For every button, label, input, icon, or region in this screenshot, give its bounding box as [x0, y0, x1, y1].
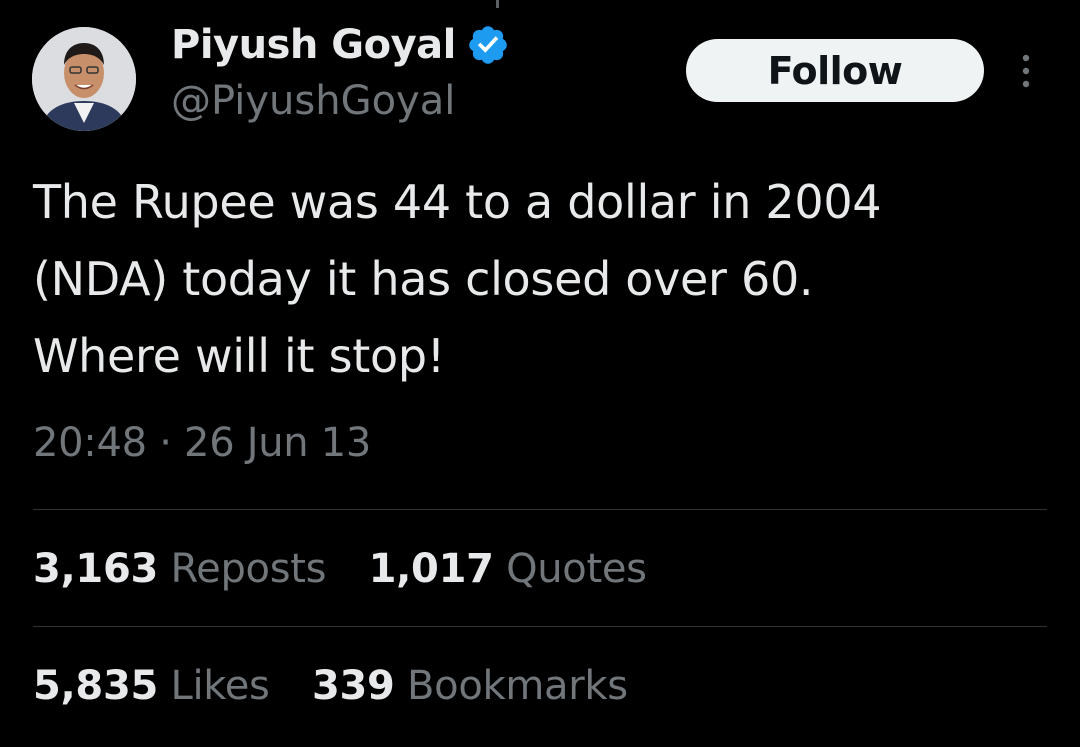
avatar[interactable]	[32, 27, 136, 131]
tweet-timestamp[interactable]: 20:48 · 26 Jun 13	[33, 420, 371, 466]
bookmarks-stat[interactable]: 339 Bookmarks	[312, 663, 628, 709]
follow-button[interactable]: Follow	[686, 39, 984, 102]
quotes-stat[interactable]: 1,017 Quotes	[369, 546, 647, 592]
reposts-label: Reposts	[170, 546, 327, 592]
author-handle[interactable]: @PiyushGoyal	[171, 78, 455, 124]
tweet-text-line: (NDA) today it has closed over 60.	[33, 252, 814, 306]
stats-row-likes: 5,835 Likes 339 Bookmarks	[33, 663, 658, 709]
quotes-count: 1,017	[368, 546, 494, 592]
likes-label: Likes	[170, 663, 270, 709]
tweet-text: The Rupee was 44 to a dollar in 2004 (ND…	[33, 164, 1053, 395]
quotes-label: Quotes	[506, 546, 647, 592]
top-divider-tick	[496, 0, 499, 8]
tweet-text-line: The Rupee was 44 to a dollar in 2004	[33, 175, 882, 229]
author-name-row: Piyush Goyal	[171, 20, 510, 70]
likes-stat[interactable]: 5,835 Likes	[33, 663, 282, 709]
tweet-time: 20:48	[33, 420, 147, 466]
tweet-text-line: Where will it stop!	[33, 329, 445, 383]
avatar-photo	[32, 27, 136, 131]
bookmarks-count: 339	[311, 663, 395, 709]
divider	[33, 626, 1047, 627]
reposts-count: 3,163	[33, 546, 159, 592]
meta-separator: ·	[159, 420, 172, 466]
author-display-name[interactable]: Piyush Goyal	[171, 22, 456, 68]
divider	[33, 509, 1047, 510]
verified-badge-icon[interactable]	[466, 23, 510, 67]
reposts-stat[interactable]: 3,163 Reposts	[33, 546, 339, 592]
more-vertical-icon[interactable]	[1014, 52, 1038, 90]
stats-row-engagement: 3,163 Reposts 1,017 Quotes	[33, 546, 677, 592]
likes-count: 5,835	[33, 663, 159, 709]
bookmarks-label: Bookmarks	[407, 663, 628, 709]
tweet-date: 26 Jun 13	[184, 420, 372, 466]
